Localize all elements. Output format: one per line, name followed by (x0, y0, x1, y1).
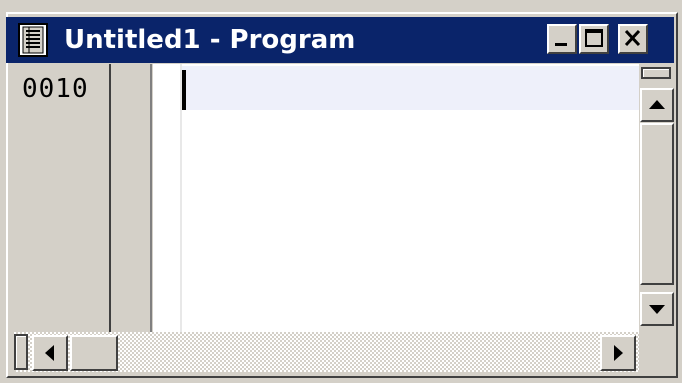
close-icon (624, 29, 641, 47)
arrow-down-icon (649, 305, 665, 314)
text-caret (182, 70, 186, 110)
window-title: Untitled1 - Program (64, 25, 356, 55)
horizontal-split-handle[interactable] (14, 334, 28, 370)
scroll-right-button[interactable] (600, 335, 636, 371)
line-number: 0010 (22, 74, 89, 104)
document-icon[interactable] (18, 23, 48, 57)
arrow-left-icon (45, 345, 54, 361)
code-editor[interactable] (153, 64, 639, 332)
marker-margin[interactable] (112, 64, 152, 332)
title-bar[interactable]: Untitled1 - Program (6, 17, 674, 63)
horizontal-scrollbar[interactable] (14, 332, 639, 372)
scroll-left-button[interactable] (32, 335, 68, 371)
maximize-button[interactable] (579, 24, 609, 54)
maximize-icon (585, 29, 603, 47)
close-button[interactable] (618, 24, 648, 54)
vertical-split-handle[interactable] (641, 67, 671, 79)
vertical-scrollbar[interactable] (639, 64, 674, 332)
vertical-scroll-thumb[interactable] (640, 123, 674, 285)
arrow-up-icon (649, 100, 665, 109)
minimize-icon (555, 43, 567, 46)
current-line-highlight (182, 66, 639, 110)
line-number-gutter (14, 64, 111, 332)
scrollbar-corner (639, 332, 674, 372)
minimize-button[interactable] (547, 24, 577, 54)
horizontal-scroll-thumb[interactable] (70, 335, 118, 371)
scroll-down-button[interactable] (640, 292, 674, 326)
arrow-right-icon (614, 345, 623, 361)
scroll-up-button[interactable] (640, 88, 674, 122)
